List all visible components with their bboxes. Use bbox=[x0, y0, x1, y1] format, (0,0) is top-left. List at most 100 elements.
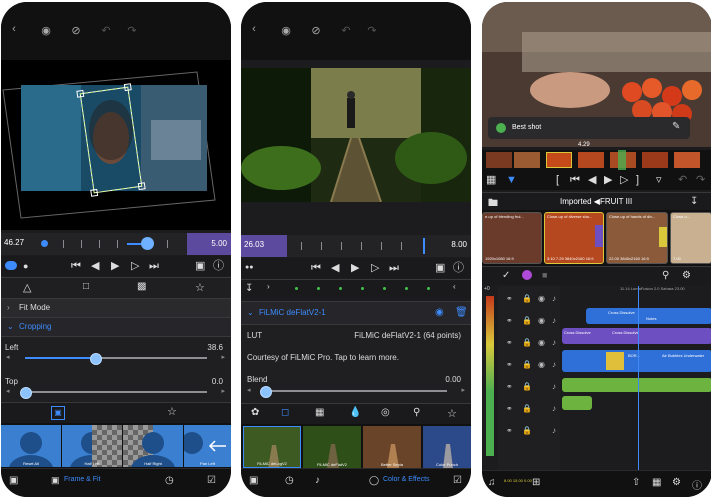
play-icon[interactable]: ▶ bbox=[351, 262, 359, 274]
check-icon[interactable]: ☑ bbox=[453, 475, 462, 486]
redo-icon[interactable]: ↷ bbox=[365, 24, 379, 38]
preset-half-right[interactable]: Half Right bbox=[123, 425, 183, 467]
lock-icon[interactable]: 🔒 bbox=[522, 294, 532, 303]
link-icon[interactable]: ⚭ bbox=[506, 360, 513, 369]
preset-filmic-deflat[interactable]: FiLMiC deFlatV2 bbox=[303, 426, 361, 468]
chevron-right-icon[interactable]: › bbox=[267, 282, 270, 291]
blend-slider-knob[interactable] bbox=[260, 386, 272, 398]
warning-icon[interactable]: △ bbox=[23, 281, 31, 294]
audio-icon[interactable]: ♪ bbox=[315, 475, 320, 486]
visibility-icon[interactable]: ◉ bbox=[435, 307, 444, 318]
audio-icon[interactable]: ♪ bbox=[552, 426, 556, 435]
cube-icon[interactable]: ◻ bbox=[281, 407, 289, 418]
link-icon[interactable]: ⚭ bbox=[506, 338, 513, 347]
edit-icon[interactable]: ✎ bbox=[672, 121, 680, 132]
decrease-icon[interactable]: ◂ bbox=[247, 386, 251, 394]
media-clip[interactable]: e-up of blending frui... 1920x1080 16:9 bbox=[482, 212, 542, 264]
collection-title[interactable]: Imported ◀FRUIT III bbox=[560, 197, 632, 206]
audio-clip[interactable] bbox=[562, 396, 592, 410]
skip-start-icon[interactable]: ⏮ bbox=[311, 262, 321, 274]
palette-icon[interactable]: ✿ bbox=[251, 407, 259, 418]
undo-icon[interactable]: ↶ bbox=[99, 24, 113, 38]
color-tag-icon[interactable] bbox=[522, 270, 532, 280]
filmstrip[interactable] bbox=[482, 150, 711, 170]
timeline-clip[interactable]: BOR... Air Bubbles Underwater bbox=[562, 350, 711, 372]
in-bracket-icon[interactable]: [ bbox=[556, 174, 559, 186]
audio-mix-icon[interactable]: ♫ bbox=[488, 477, 496, 488]
link-icon[interactable]: ⚭ bbox=[506, 404, 513, 413]
playhead[interactable] bbox=[423, 238, 425, 254]
crop-preview[interactable] bbox=[1, 60, 231, 230]
favorite-icon[interactable]: ☆ bbox=[195, 281, 205, 294]
lock-icon[interactable]: 🔒 bbox=[522, 316, 532, 325]
audio-icon[interactable]: ♪ bbox=[552, 294, 556, 303]
color-effects-label[interactable]: Color & Effects bbox=[383, 476, 430, 483]
preset-half-left[interactable]: Half Left bbox=[62, 425, 122, 467]
audio-icon[interactable]: ♪ bbox=[552, 360, 556, 369]
add-track-icon[interactable]: ⊞ bbox=[532, 477, 540, 488]
help-icon[interactable]: ⓘ bbox=[692, 477, 702, 492]
help-icon[interactable]: ⓘ bbox=[213, 260, 224, 272]
lock-icon[interactable]: 🔒 bbox=[522, 338, 532, 347]
timeline[interactable]: +0 ⚭ 🔒 ◉ ♪ ⚭ 🔒 ◉ ♪ ⚭ 🔒 ◉ ♪ ⚭ 🔒 ◉ ♪ ⚭ 🔒 ♪… bbox=[482, 286, 711, 470]
key-icon[interactable]: ⚲ bbox=[413, 407, 420, 418]
loop-toggle-icon[interactable] bbox=[5, 261, 17, 270]
check-icon[interactable]: ☑ bbox=[207, 475, 216, 486]
frame-fit-label[interactable]: Frame & Fit bbox=[64, 476, 101, 483]
undo-icon[interactable]: ↶ bbox=[678, 174, 687, 186]
courtesy-link[interactable]: Courtesy of FiLMiC Pro. Tap to learn mor… bbox=[247, 353, 399, 362]
share-icon[interactable]: ⇧ bbox=[632, 477, 640, 488]
target-icon[interactable]: ◎ bbox=[381, 407, 390, 418]
crop-icon[interactable]: □ bbox=[83, 281, 89, 292]
eye-icon[interactable]: ◉ bbox=[538, 294, 545, 303]
lift-icon[interactable]: ▿ bbox=[656, 174, 662, 186]
undo-icon[interactable]: ↶ bbox=[339, 24, 353, 38]
eye-icon[interactable]: ◉ bbox=[538, 360, 545, 369]
playhead-timeline[interactable]: 46.27 5.00 bbox=[1, 233, 231, 255]
blend-slider[interactable] bbox=[265, 390, 447, 392]
trash-icon[interactable]: ■ bbox=[542, 270, 547, 280]
search-icon[interactable]: ⚲ bbox=[662, 270, 669, 281]
color-effects-icon[interactable]: ◯ bbox=[369, 475, 379, 486]
frame-preset-icon[interactable]: ▣ bbox=[51, 406, 65, 420]
timeline-clip[interactable]: Cross Dissolve Cross Dissolve bbox=[562, 328, 711, 344]
redo-icon[interactable]: ↷ bbox=[696, 174, 705, 186]
step-back-icon[interactable]: ◀ bbox=[588, 174, 596, 186]
decrease-icon[interactable]: ◂ bbox=[6, 387, 10, 395]
export-frame-icon[interactable]: ▣ bbox=[195, 260, 205, 272]
back-icon[interactable]: ‹ bbox=[247, 22, 261, 36]
hide-icon[interactable]: ⊘ bbox=[69, 24, 83, 38]
link-icon[interactable]: ⚭ bbox=[506, 426, 513, 435]
frame-icon[interactable]: ▣ bbox=[249, 475, 258, 486]
back-icon[interactable]: ‹ bbox=[7, 22, 21, 36]
grid-icon[interactable]: ▦ bbox=[315, 407, 324, 418]
eye-icon[interactable]: ◉ bbox=[39, 24, 53, 38]
top-slider-knob[interactable] bbox=[20, 387, 32, 399]
drop-icon[interactable]: 💧 bbox=[349, 407, 361, 418]
preset-pan-left[interactable]: Pan Left bbox=[184, 425, 231, 467]
eye-icon[interactable]: ◉ bbox=[538, 316, 545, 325]
lock-icon[interactable]: 🔒 bbox=[522, 426, 532, 435]
export-frame-icon[interactable]: ▣ bbox=[435, 262, 445, 274]
skip-end-icon[interactable]: ⏭ bbox=[389, 262, 399, 274]
settings-icon[interactable]: ⚙ bbox=[682, 270, 691, 281]
marker-callout[interactable]: Best shot ✎ bbox=[488, 117, 690, 139]
lock-icon[interactable]: 🔒 bbox=[522, 404, 532, 413]
favorite-icon[interactable]: ☆ bbox=[447, 407, 457, 420]
speed-icon[interactable]: ◷ bbox=[165, 475, 174, 486]
out-bracket-icon[interactable]: ] bbox=[636, 174, 639, 186]
marker-icon[interactable]: ▼ bbox=[506, 174, 517, 186]
lock-icon[interactable]: 🔒 bbox=[522, 382, 532, 391]
playhead[interactable] bbox=[638, 286, 639, 470]
step-back-icon[interactable]: ◀ bbox=[91, 260, 99, 272]
increase-icon[interactable]: ▸ bbox=[461, 386, 465, 394]
decrease-icon[interactable]: ◂ bbox=[6, 353, 10, 361]
audio-meter-icon[interactable]: ▦ bbox=[486, 174, 496, 186]
audio-icon[interactable]: ♪ bbox=[552, 316, 556, 325]
increase-icon[interactable]: ▸ bbox=[221, 387, 225, 395]
step-forward-icon[interactable]: ▷ bbox=[371, 262, 379, 274]
import-icon[interactable]: ↧ bbox=[690, 196, 698, 207]
step-forward-icon[interactable]: ▷ bbox=[620, 174, 628, 186]
fit-icon[interactable]: ▩ bbox=[137, 281, 146, 292]
audio-meter-icon[interactable]: ●● bbox=[245, 264, 253, 271]
